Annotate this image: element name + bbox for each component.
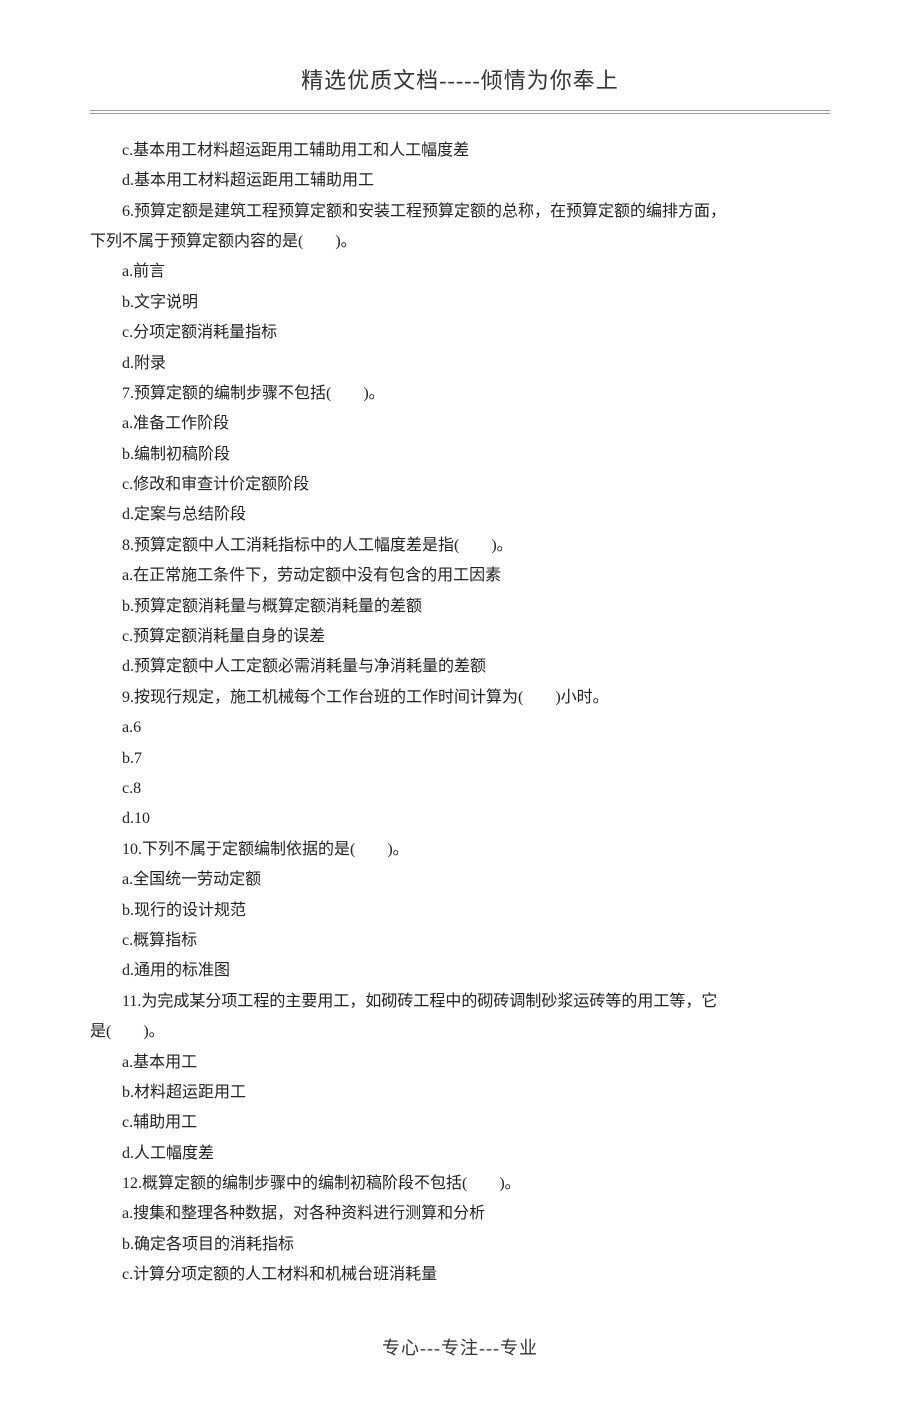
page-header: 精选优质文档-----倾情为你奉上	[90, 60, 830, 102]
body-line: c.辅助用工	[90, 1108, 830, 1138]
body-line: 7.预算定额的编制步骤不包括( )。	[90, 379, 830, 409]
body-line: 6.预算定额是建筑工程预算定额和安装工程预算定额的总称，在预算定额的编排方面，	[90, 197, 830, 227]
body-line: 12.概算定额的编制步骤中的编制初稿阶段不包括( )。	[90, 1169, 830, 1199]
body-line: 10.下列不属于定额编制依据的是( )。	[90, 835, 830, 865]
body-line: b.现行的设计规范	[90, 896, 830, 926]
body-line: c.分项定额消耗量指标	[90, 318, 830, 348]
body-line: d.10	[90, 804, 830, 834]
body-line: b.材料超运距用工	[90, 1078, 830, 1108]
body-line: a.在正常施工条件下，劳动定额中没有包含的用工因素	[90, 561, 830, 591]
body-line: d.基本用工材料超运距用工辅助用工	[90, 166, 830, 196]
page-footer: 专心---专注---专业	[90, 1331, 830, 1365]
body-line: c.概算指标	[90, 926, 830, 956]
body-line: 11.为完成某分项工程的主要用工，如砌砖工程中的砌砖调制砂浆运砖等的用工等，它	[90, 987, 830, 1017]
body-line: b.确定各项目的消耗指标	[90, 1230, 830, 1260]
body-line: a.前言	[90, 257, 830, 287]
body-line: 是( )。	[90, 1017, 830, 1047]
body-line: b.7	[90, 744, 830, 774]
body-line: a.6	[90, 713, 830, 743]
body-line: b.文字说明	[90, 288, 830, 318]
body-line: c.8	[90, 774, 830, 804]
body-line: b.预算定额消耗量与概算定额消耗量的差额	[90, 592, 830, 622]
body-line: d.通用的标准图	[90, 956, 830, 986]
body-content: c.基本用工材料超运距用工辅助用工和人工幅度差d.基本用工材料超运距用工辅助用工…	[90, 136, 830, 1291]
body-line: c.预算定额消耗量自身的误差	[90, 622, 830, 652]
body-line: 下列不属于预算定额内容的是( )。	[90, 227, 830, 257]
body-line: d.附录	[90, 349, 830, 379]
body-line: a.准备工作阶段	[90, 409, 830, 439]
body-line: 8.预算定额中人工消耗指标中的人工幅度差是指( )。	[90, 531, 830, 561]
body-line: d.人工幅度差	[90, 1139, 830, 1169]
body-line: a.全国统一劳动定额	[90, 865, 830, 895]
body-line: 9.按现行规定，施工机械每个工作台班的工作时间计算为( )小时。	[90, 683, 830, 713]
document-page: 精选优质文档-----倾情为你奉上 c.基本用工材料超运距用工辅助用工和人工幅度…	[0, 0, 920, 1425]
body-line: c.修改和审查计价定额阶段	[90, 470, 830, 500]
body-line: b.编制初稿阶段	[90, 440, 830, 470]
body-line: c.基本用工材料超运距用工辅助用工和人工幅度差	[90, 136, 830, 166]
body-line: d.预算定额中人工定额必需消耗量与净消耗量的差额	[90, 652, 830, 682]
body-line: a.基本用工	[90, 1048, 830, 1078]
body-line: d.定案与总结阶段	[90, 500, 830, 530]
body-line: c.计算分项定额的人工材料和机械台班消耗量	[90, 1260, 830, 1290]
body-line: a.搜集和整理各种数据，对各种资料进行测算和分析	[90, 1199, 830, 1229]
header-rule	[90, 108, 830, 118]
